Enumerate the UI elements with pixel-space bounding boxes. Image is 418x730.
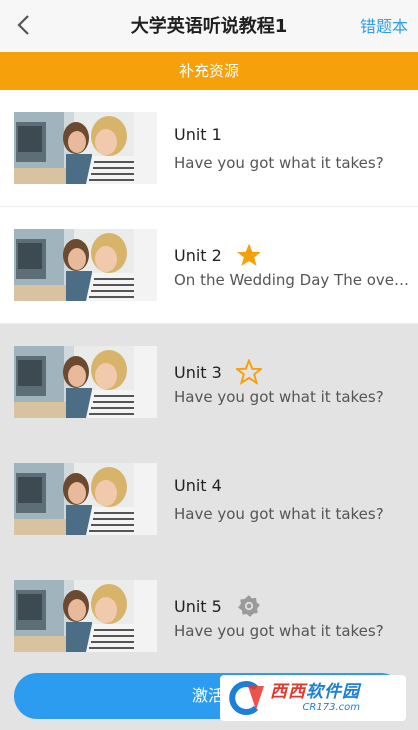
back-button[interactable] <box>10 8 36 42</box>
unit-description: Have you got what it takes? <box>174 505 384 523</box>
unit-description: Have you got what it takes? <box>174 388 384 406</box>
unit-name: Unit 5 <box>174 596 222 616</box>
unit-description: Have you got what it takes? <box>174 622 384 640</box>
unit-thumbnail <box>14 346 157 418</box>
gray-badge-icon <box>238 595 260 617</box>
unit-thumbnail-image <box>14 580 157 652</box>
watermark-en: CR173.com <box>302 702 360 713</box>
unit-thumbnail-image <box>14 463 157 535</box>
star-filled-icon[interactable] <box>236 242 262 268</box>
watermark-logo: 西西软件园 CR173.com <box>220 675 406 721</box>
unit-row[interactable]: Unit 1 Have you got what it takes? <box>0 90 418 207</box>
chevron-left-icon <box>17 15 29 35</box>
unit-thumbnail-image <box>14 112 157 184</box>
page-title: 大学英语听说教程1 <box>130 16 288 37</box>
unit-name: Unit 1 <box>174 125 222 144</box>
supplementary-resources-banner[interactable]: 补充资源 <box>0 52 418 90</box>
unit-list: Unit 1 Have you got what it takes? Unit … <box>0 90 418 675</box>
unit-row[interactable]: Unit 4 Have you got what it takes? <box>0 441 418 558</box>
unit-thumbnail <box>14 229 157 301</box>
top-nav-bar: 大学英语听说教程1 错题本 <box>0 0 418 52</box>
unit-description: Have you got what it takes? <box>174 154 384 172</box>
unit-thumbnail <box>14 580 157 652</box>
unit-description: On the Wedding Day The overwhelming <box>174 271 410 289</box>
unit-thumbnail <box>14 112 157 184</box>
unit-row[interactable]: Unit 5 Have you got what it takes? <box>0 558 418 675</box>
unit-thumbnail <box>14 463 157 535</box>
unit-row[interactable]: Unit 2 On the Wedding Day The overwhelmi… <box>0 207 418 324</box>
watermark-cn-2: 软件园 <box>306 682 360 702</box>
unit-row[interactable]: Unit 3 Have you got what it takes? <box>0 324 418 441</box>
watermark-cn-1: 西西 <box>270 682 306 702</box>
watermark-logo-icon <box>229 681 264 715</box>
unit-thumbnail-image <box>14 346 157 418</box>
unit-thumbnail-image <box>14 229 157 301</box>
star-outline-icon[interactable] <box>235 359 262 385</box>
unit-name: Unit 2 <box>174 245 222 265</box>
wrong-questions-button[interactable]: 错题本 <box>360 0 408 52</box>
unit-name: Unit 3 <box>174 362 222 382</box>
unit-name: Unit 4 <box>174 476 222 495</box>
